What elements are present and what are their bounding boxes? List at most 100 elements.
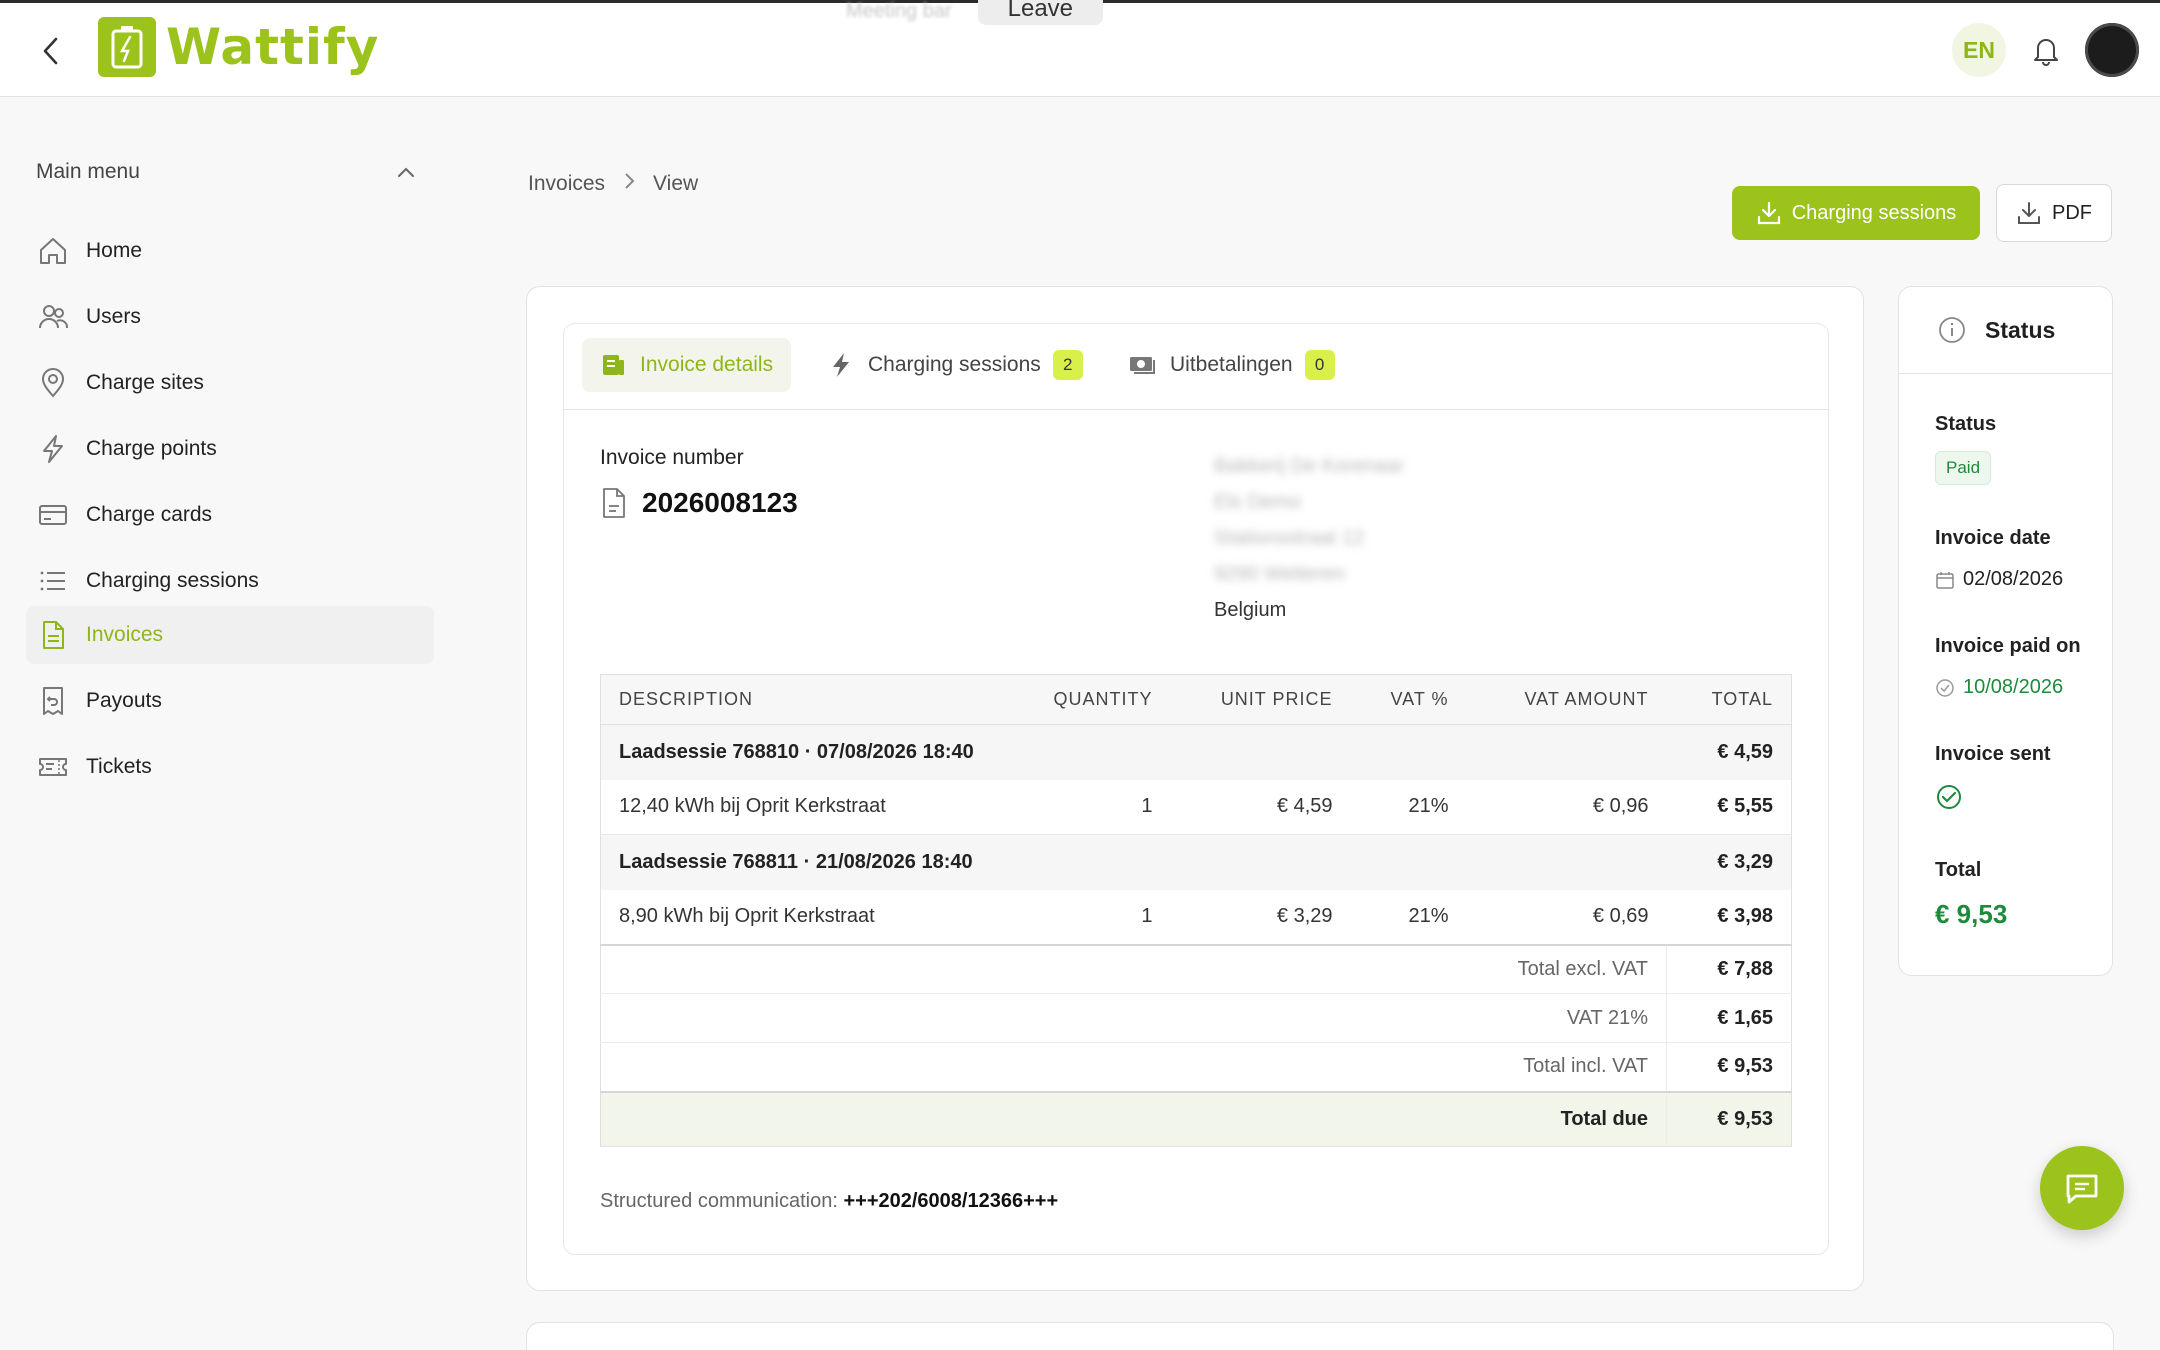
chat-button[interactable] — [2040, 1146, 2124, 1230]
summary-label: VAT 21% — [600, 993, 1667, 1043]
top-bar: Wattify Meeting bar Leave EN — [0, 0, 2160, 97]
column-header: VAT AMOUNT — [1466, 674, 1667, 725]
status-card: Status Status Paid Invoice date 02/08/20… — [1898, 286, 2113, 976]
line-quantity: 1 — [1020, 889, 1171, 946]
address-line: Stationsstraat 12 — [1214, 527, 1365, 549]
tab-charging-sessions[interactable]: Charging sessions 2 — [810, 338, 1101, 392]
breadcrumb-invoices[interactable]: Invoices — [528, 172, 605, 196]
info-icon — [1939, 317, 1965, 343]
sidebar-item-tickets[interactable]: Tickets — [26, 738, 434, 796]
tab-bar: Invoice details Charging sessions 2 Uitb… — [564, 324, 1828, 410]
column-header: TOTAL — [1666, 674, 1792, 725]
invoice-lines-table: DESCRIPTION QUANTITY UNIT PRICE VAT % VA… — [600, 674, 1792, 1147]
session-total: € 3,29 — [1666, 834, 1792, 890]
tab-invoice-details[interactable]: Invoice details — [582, 338, 792, 392]
sidebar-item-payouts[interactable]: Payouts — [26, 672, 434, 730]
invoice-date-value: 02/08/2026 — [1963, 568, 2064, 590]
invoice-icon — [600, 352, 626, 378]
brand-logo[interactable]: Wattify — [98, 17, 379, 77]
invoice-number-label: Invoice number — [600, 446, 744, 469]
secondary-card — [526, 1322, 2114, 1350]
line-total: € 5,55 — [1666, 779, 1792, 835]
battery-logo-icon — [98, 17, 156, 77]
sidebar-item-label: Tickets — [86, 755, 152, 778]
charging-sessions-label: Charging sessions — [1791, 201, 1957, 224]
tab-label: Invoice details — [640, 353, 774, 376]
sidebar-item-charge-cards[interactable]: Charge cards — [26, 486, 434, 544]
column-header: UNIT PRICE — [1170, 674, 1351, 725]
session-title: Laadsessie 768811 · 21/08/2026 18:40 — [600, 834, 1667, 890]
invoice-card: Invoice details Charging sessions 2 Uitb… — [526, 286, 1864, 1291]
sidebar-item-home[interactable]: Home — [26, 222, 434, 280]
sidebar-item-charging-sessions[interactable]: Charging sessions — [26, 552, 434, 610]
sidebar-item-label: Payouts — [86, 689, 162, 712]
sidebar-item-users[interactable]: Users — [26, 288, 434, 346]
bolt-icon — [36, 432, 70, 466]
pdf-label: PDF — [2052, 201, 2092, 224]
sidebar-item-charge-sites[interactable]: Charge sites — [26, 354, 434, 412]
address-line: Els Demo — [1214, 491, 1301, 513]
sidebar: Main menu Home Users Charge sites Charge… — [0, 98, 450, 1350]
count-badge: 2 — [1052, 350, 1083, 380]
table-header-row: DESCRIPTION QUANTITY UNIT PRICE VAT % VA… — [600, 674, 1792, 725]
line-unit-price: € 3,29 — [1170, 889, 1351, 946]
location-pin-icon — [36, 366, 70, 400]
structured-communication-label: Structured communication: — [600, 1190, 838, 1212]
status-label: Status — [1935, 413, 1997, 435]
user-avatar[interactable] — [2085, 23, 2139, 77]
count-badge: 0 — [1304, 350, 1335, 380]
list-icon — [36, 564, 70, 598]
summary-row: VAT 21% € 1,65 — [600, 993, 1792, 1043]
download-pdf-button[interactable]: PDF — [1996, 184, 2112, 242]
file-icon — [603, 488, 625, 518]
card-icon — [36, 498, 70, 532]
line-vat-amount: € 0,69 — [1466, 889, 1667, 946]
session-group-row: Laadsessie 768811 · 21/08/2026 18:40 € 3… — [600, 834, 1792, 890]
chevron-right-icon — [623, 172, 635, 196]
line-unit-price: € 4,59 — [1170, 779, 1351, 835]
summary-value: € 1,65 — [1666, 993, 1792, 1043]
line-description: 12,40 kWh bij Oprit Kerkstraat — [600, 779, 1021, 835]
session-title: Laadsessie 768810 · 07/08/2026 18:40 — [600, 724, 1667, 780]
line-vat-pct: 21% — [1350, 779, 1467, 835]
download-icon — [2018, 202, 2040, 224]
invoice-sent-label: Invoice sent — [1935, 743, 2051, 765]
language-switcher[interactable]: EN — [1952, 23, 2006, 77]
line-description: 8,90 kWh bij Oprit Kerkstraat — [600, 889, 1021, 946]
cash-icon — [1128, 353, 1156, 377]
billing-address: Bakkerij De Korenaar Els Demo Stationsst… — [1214, 448, 1404, 628]
ticket-icon — [36, 750, 70, 784]
users-icon — [36, 300, 70, 334]
bell-icon — [2034, 39, 2058, 66]
invoice-paid-on-value: 10/08/2026 — [1963, 676, 2064, 698]
invoice-panel: Invoice details Charging sessions 2 Uitb… — [563, 323, 1829, 1255]
leave-button[interactable]: Leave — [977, 0, 1104, 25]
sidebar-item-charge-points[interactable]: Charge points — [26, 420, 434, 478]
total-due-label: Total due — [600, 1090, 1667, 1147]
meeting-bar: Meeting bar Leave — [846, 0, 1104, 25]
line-vat-amount: € 0,96 — [1466, 779, 1667, 835]
address-line: Bakkerij De Korenaar — [1214, 455, 1405, 477]
tab-uitbetalingen[interactable]: Uitbetalingen 0 — [1110, 338, 1353, 392]
invoice-paid-on: 10/08/2026 — [1935, 676, 2063, 699]
sidebar-item-label: Invoices — [86, 623, 164, 646]
download-icon — [1757, 201, 1780, 225]
invoice-sent-indicator — [1935, 783, 1963, 811]
summary-label: Total incl. VAT — [600, 1042, 1667, 1092]
column-header: DESCRIPTION — [600, 674, 1021, 725]
main-menu-header[interactable]: Main menu — [36, 160, 416, 184]
breadcrumb: Invoices View — [528, 172, 698, 196]
summary-label: Total excl. VAT — [600, 944, 1667, 994]
brand-name: Wattify — [166, 18, 380, 76]
total-label: Total — [1935, 859, 1982, 881]
status-badge: Paid — [1935, 451, 1992, 485]
column-header: QUANTITY — [1020, 674, 1171, 725]
total-due-value: € 9,53 — [1666, 1090, 1792, 1147]
back-button[interactable] — [36, 33, 66, 69]
download-charging-sessions-button[interactable]: Charging sessions — [1732, 186, 1980, 240]
sidebar-item-label: Users — [86, 305, 141, 328]
invoice-paid-on-label: Invoice paid on — [1935, 635, 2081, 657]
sidebar-item-invoices[interactable]: Invoices — [26, 606, 434, 664]
notifications-button[interactable] — [2026, 31, 2066, 71]
sidebar-item-label: Charge points — [86, 437, 217, 460]
